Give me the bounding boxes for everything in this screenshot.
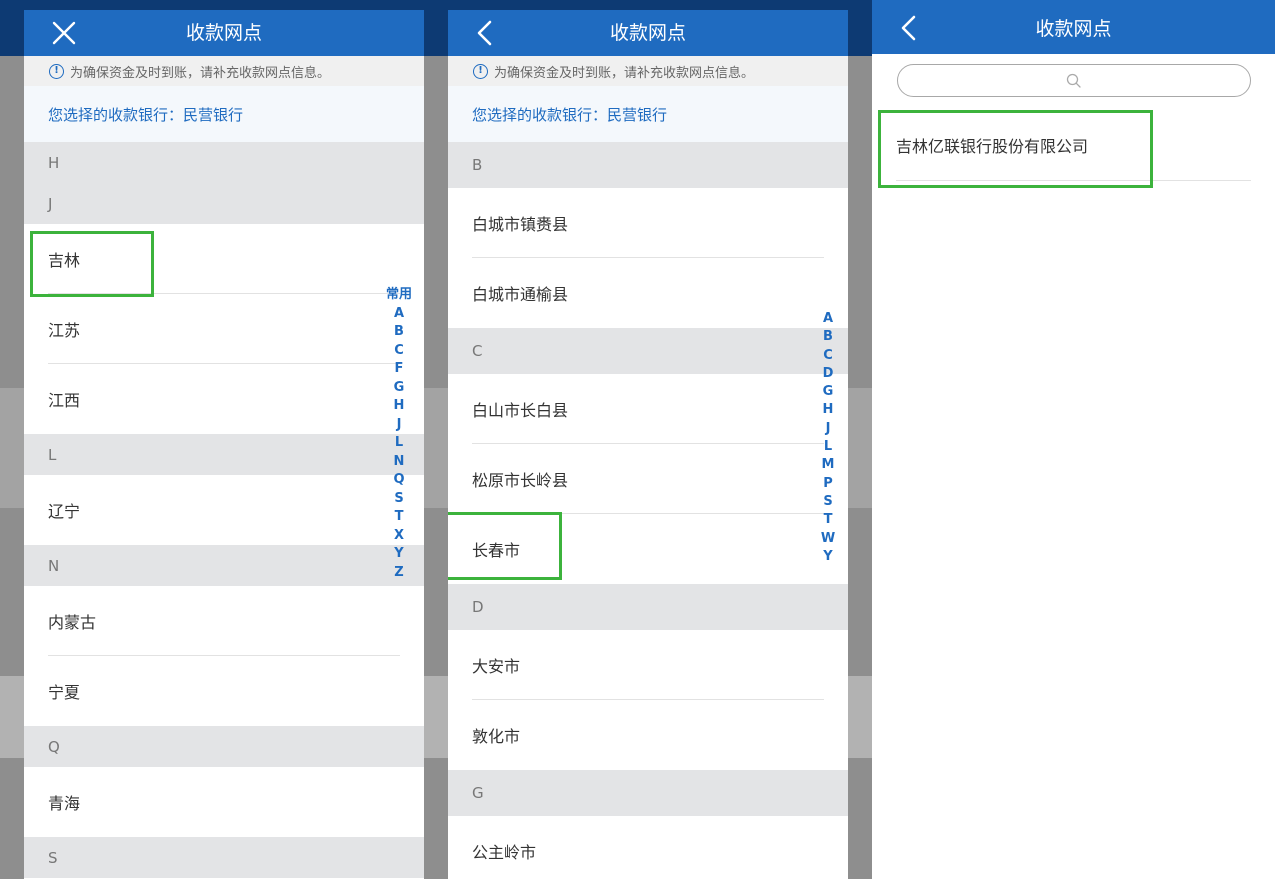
- list-item[interactable]: 白山市长白县: [448, 374, 848, 444]
- group-header: S: [24, 837, 424, 878]
- index-letter[interactable]: J: [397, 416, 402, 435]
- alphabet-index[interactable]: 常用 A B C F G H J L N Q S T X Y Z: [382, 286, 416, 582]
- index-letter[interactable]: A: [394, 305, 404, 324]
- group-header: N: [24, 545, 424, 586]
- group-header: L: [24, 434, 424, 475]
- page-title: 收款网点: [185, 22, 262, 44]
- list-item[interactable]: 江苏: [24, 294, 424, 364]
- index-letter[interactable]: M: [822, 456, 835, 474]
- search-results: 吉林亿联银行股份有限公司: [872, 109, 1275, 181]
- result-item[interactable]: 吉林亿联银行股份有限公司: [872, 109, 1275, 181]
- branch-picker-province-panel: 收款网点 ! 为确保资金及时到账，请补充收款网点信息。 您选择的收款银行：民营银…: [24, 10, 424, 879]
- index-letter[interactable]: B: [823, 328, 833, 346]
- index-letter[interactable]: F: [395, 360, 404, 379]
- index-letter[interactable]: N: [394, 453, 405, 472]
- group-header: Q: [24, 726, 424, 767]
- header-bar: 收款网点: [872, 0, 1275, 54]
- index-letter[interactable]: W: [821, 530, 835, 548]
- page-title: 收款网点: [1035, 18, 1112, 40]
- list-item[interactable]: 江西: [24, 364, 424, 434]
- index-letter[interactable]: Y: [394, 545, 403, 564]
- list-item[interactable]: 内蒙古: [24, 586, 424, 656]
- notice-bar: ! 为确保资金及时到账，请补充收款网点信息。: [448, 56, 848, 86]
- index-letter[interactable]: S: [823, 493, 832, 511]
- header-bar: 收款网点: [448, 10, 848, 56]
- group-header: J: [24, 183, 424, 224]
- notice-text: 为确保资金及时到账，请补充收款网点信息。: [494, 65, 755, 81]
- alphabet-index[interactable]: ABCDGHJLMPSTWY: [814, 310, 842, 566]
- selected-bank-label: 您选择的收款银行：民营银行: [448, 86, 848, 142]
- province-list: H J 吉林 江苏 江西 L 辽宁 N 内蒙古 宁夏 Q 青海 S: [24, 142, 424, 878]
- index-letter[interactable]: B: [394, 323, 404, 342]
- list-item[interactable]: 公主岭市: [448, 816, 848, 879]
- notice-bar: ! 为确保资金及时到账，请补充收款网点信息。: [24, 56, 424, 86]
- index-letter[interactable]: S: [394, 490, 403, 509]
- index-letter[interactable]: J: [826, 420, 831, 438]
- index-letter[interactable]: H: [394, 397, 405, 416]
- index-letter[interactable]: X: [394, 527, 404, 546]
- notice-text: 为确保资金及时到账，请补充收款网点信息。: [70, 65, 331, 81]
- list-item[interactable]: 大安市: [448, 630, 848, 700]
- group-header: G: [448, 770, 848, 816]
- list-item[interactable]: 辽宁: [24, 475, 424, 545]
- list-item[interactable]: 吉林: [24, 224, 424, 294]
- index-letter[interactable]: C: [394, 342, 404, 361]
- group-header: C: [448, 328, 848, 374]
- index-letter[interactable]: H: [823, 401, 834, 419]
- index-letter[interactable]: G: [823, 383, 834, 401]
- index-letter[interactable]: L: [395, 434, 403, 453]
- info-icon: !: [473, 63, 488, 79]
- index-letter[interactable]: L: [824, 438, 832, 456]
- index-letter[interactable]: D: [823, 365, 834, 383]
- index-letter[interactable]: G: [394, 379, 405, 398]
- group-header: B: [448, 142, 848, 188]
- index-letter[interactable]: Y: [823, 548, 832, 566]
- list-item[interactable]: 青海: [24, 767, 424, 837]
- group-header: D: [448, 584, 848, 630]
- index-letter[interactable]: C: [823, 347, 833, 365]
- search-input[interactable]: [897, 64, 1251, 97]
- index-letter[interactable]: Q: [393, 471, 404, 490]
- list-item[interactable]: 松原市长岭县: [448, 444, 848, 514]
- search-icon: [1066, 73, 1081, 88]
- page-title: 收款网点: [609, 22, 686, 44]
- selected-bank-label: 您选择的收款银行：民营银行: [24, 86, 424, 142]
- index-letter[interactable]: T: [395, 508, 404, 527]
- list-item[interactable]: 宁夏: [24, 656, 424, 726]
- index-letter[interactable]: Z: [394, 564, 403, 583]
- header-bar: 收款网点: [24, 10, 424, 56]
- index-letter[interactable]: A: [823, 310, 833, 328]
- info-icon: !: [49, 63, 64, 79]
- index-letter[interactable]: 常用: [386, 286, 412, 305]
- list-item[interactable]: 白城市通榆县: [448, 258, 848, 328]
- branch-search-panel: 收款网点 吉林亿联银行股份有限公司: [872, 0, 1275, 879]
- list-item[interactable]: 白城市镇赉县: [448, 188, 848, 258]
- list-item[interactable]: 敦化市: [448, 700, 848, 770]
- branch-picker-city-panel: 收款网点 ! 为确保资金及时到账，请补充收款网点信息。 您选择的收款银行：民营银…: [448, 10, 848, 879]
- index-letter[interactable]: P: [823, 475, 833, 493]
- index-letter[interactable]: T: [824, 511, 833, 529]
- list-item[interactable]: 长春市: [448, 514, 848, 584]
- group-header: H: [24, 142, 424, 183]
- city-list: B 白城市镇赉县 白城市通榆县 C 白山市长白县 松原市长岭县 长春市 D 大安市 敦化市 G 公主岭…: [448, 142, 848, 879]
